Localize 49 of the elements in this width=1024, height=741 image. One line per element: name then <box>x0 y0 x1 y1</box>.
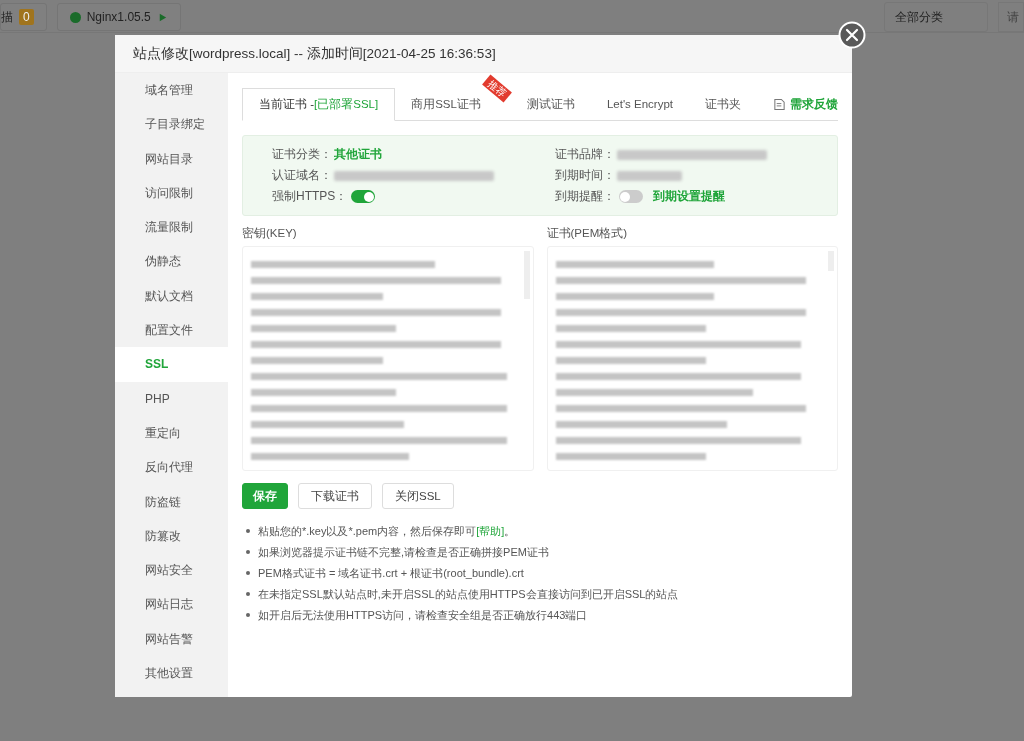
sidebar-item[interactable]: 访问限制 <box>115 175 228 211</box>
note-text: 在未指定SSL默认站点时,未开启SSL的站点使用HTTPS会直接访问到已开启SSL的站点 <box>258 586 679 602</box>
sidebar-item[interactable]: 子目录绑定 <box>115 107 228 142</box>
field-label: 证书分类： <box>272 146 332 163</box>
sidebar-item[interactable]: 重定向 <box>115 415 228 451</box>
certificate-textarea[interactable] <box>546 246 838 471</box>
tab[interactable]: Let's Encrypt <box>590 89 690 120</box>
sidebar-item[interactable]: 其他设置 <box>115 656 228 691</box>
sidebar-item[interactable]: PHP <box>115 381 228 416</box>
dialog-title: 站点修改[wordpress.local] -- 添加时间[2021-04-25 16:36:53] <box>133 46 496 61</box>
scan-count-badge: 0 <box>19 9 34 25</box>
action-button[interactable]: 关闭SSL <box>382 483 454 509</box>
field-label: 证书品牌： <box>554 146 615 163</box>
sidebar-item[interactable]: 网站安全 <box>115 553 228 588</box>
certificate-label: 证书(PEM格式) <box>546 226 628 241</box>
field-label: 到期提醒： <box>554 188 615 205</box>
nginx-button[interactable]: Nginx1.05.5 <box>56 3 181 31</box>
sidebar-item[interactable]: 反向代理 <box>115 450 228 485</box>
edit-note-icon <box>773 97 786 111</box>
note-text: PEM格式证书 = 域名证书.crt + 根证书(root_bundle).crt <box>258 565 524 581</box>
field-label: 强制HTTPS： <box>272 188 348 205</box>
note-text: 如开启后无法使用HTTPS访问，请检查安全组是否正确放行443端口 <box>258 607 588 623</box>
blurred-value <box>616 170 682 181</box>
key-label: 密钥(KEY) <box>242 226 297 241</box>
sidebar-item[interactable]: 防盗链 <box>115 484 228 519</box>
tab[interactable]: 测试证书 <box>510 89 591 120</box>
sidebar-item[interactable]: 配置文件 <box>115 313 228 348</box>
sidebar-item[interactable]: 网站告警 <box>115 621 228 657</box>
field-label: 认证域名： <box>272 167 332 184</box>
recommend-ribbon: 推荐 <box>482 74 512 103</box>
scan-button[interactable]: 描 0 <box>0 3 47 31</box>
sidebar-item[interactable]: 网站目录 <box>115 141 228 176</box>
sidebar-item[interactable]: 默认文档 <box>115 278 228 314</box>
toggle-switch[interactable] <box>618 190 643 203</box>
tab[interactable]: 证书夹 <box>689 89 758 120</box>
action-button[interactable]: 下载证书 <box>298 483 372 509</box>
field-label: 到期时间： <box>554 167 615 184</box>
sidebar-item[interactable]: 域名管理 <box>115 73 228 108</box>
note-text: 如果浏览器提示证书链不完整,请检查是否正确拼接PEM证书 <box>258 544 549 560</box>
key-textarea[interactable] <box>242 246 534 471</box>
sidebar-item[interactable]: 伪静态 <box>115 244 228 279</box>
note-text: 粘贴您的*.key以及*.pem内容，然后保存即可[帮助]。 <box>258 523 516 539</box>
sidebar-item[interactable]: 防篡改 <box>115 518 228 554</box>
sidebar-item[interactable]: 网站日志 <box>115 587 228 622</box>
category-select[interactable]: 全部分类 <box>884 2 988 32</box>
tab[interactable]: 当前证书 -[已部署SSL] <box>242 88 396 121</box>
category-value: 其他证书 <box>334 146 382 163</box>
sidebar-item[interactable]: 流量限制 <box>115 210 228 245</box>
toggle-switch[interactable] <box>351 190 376 203</box>
